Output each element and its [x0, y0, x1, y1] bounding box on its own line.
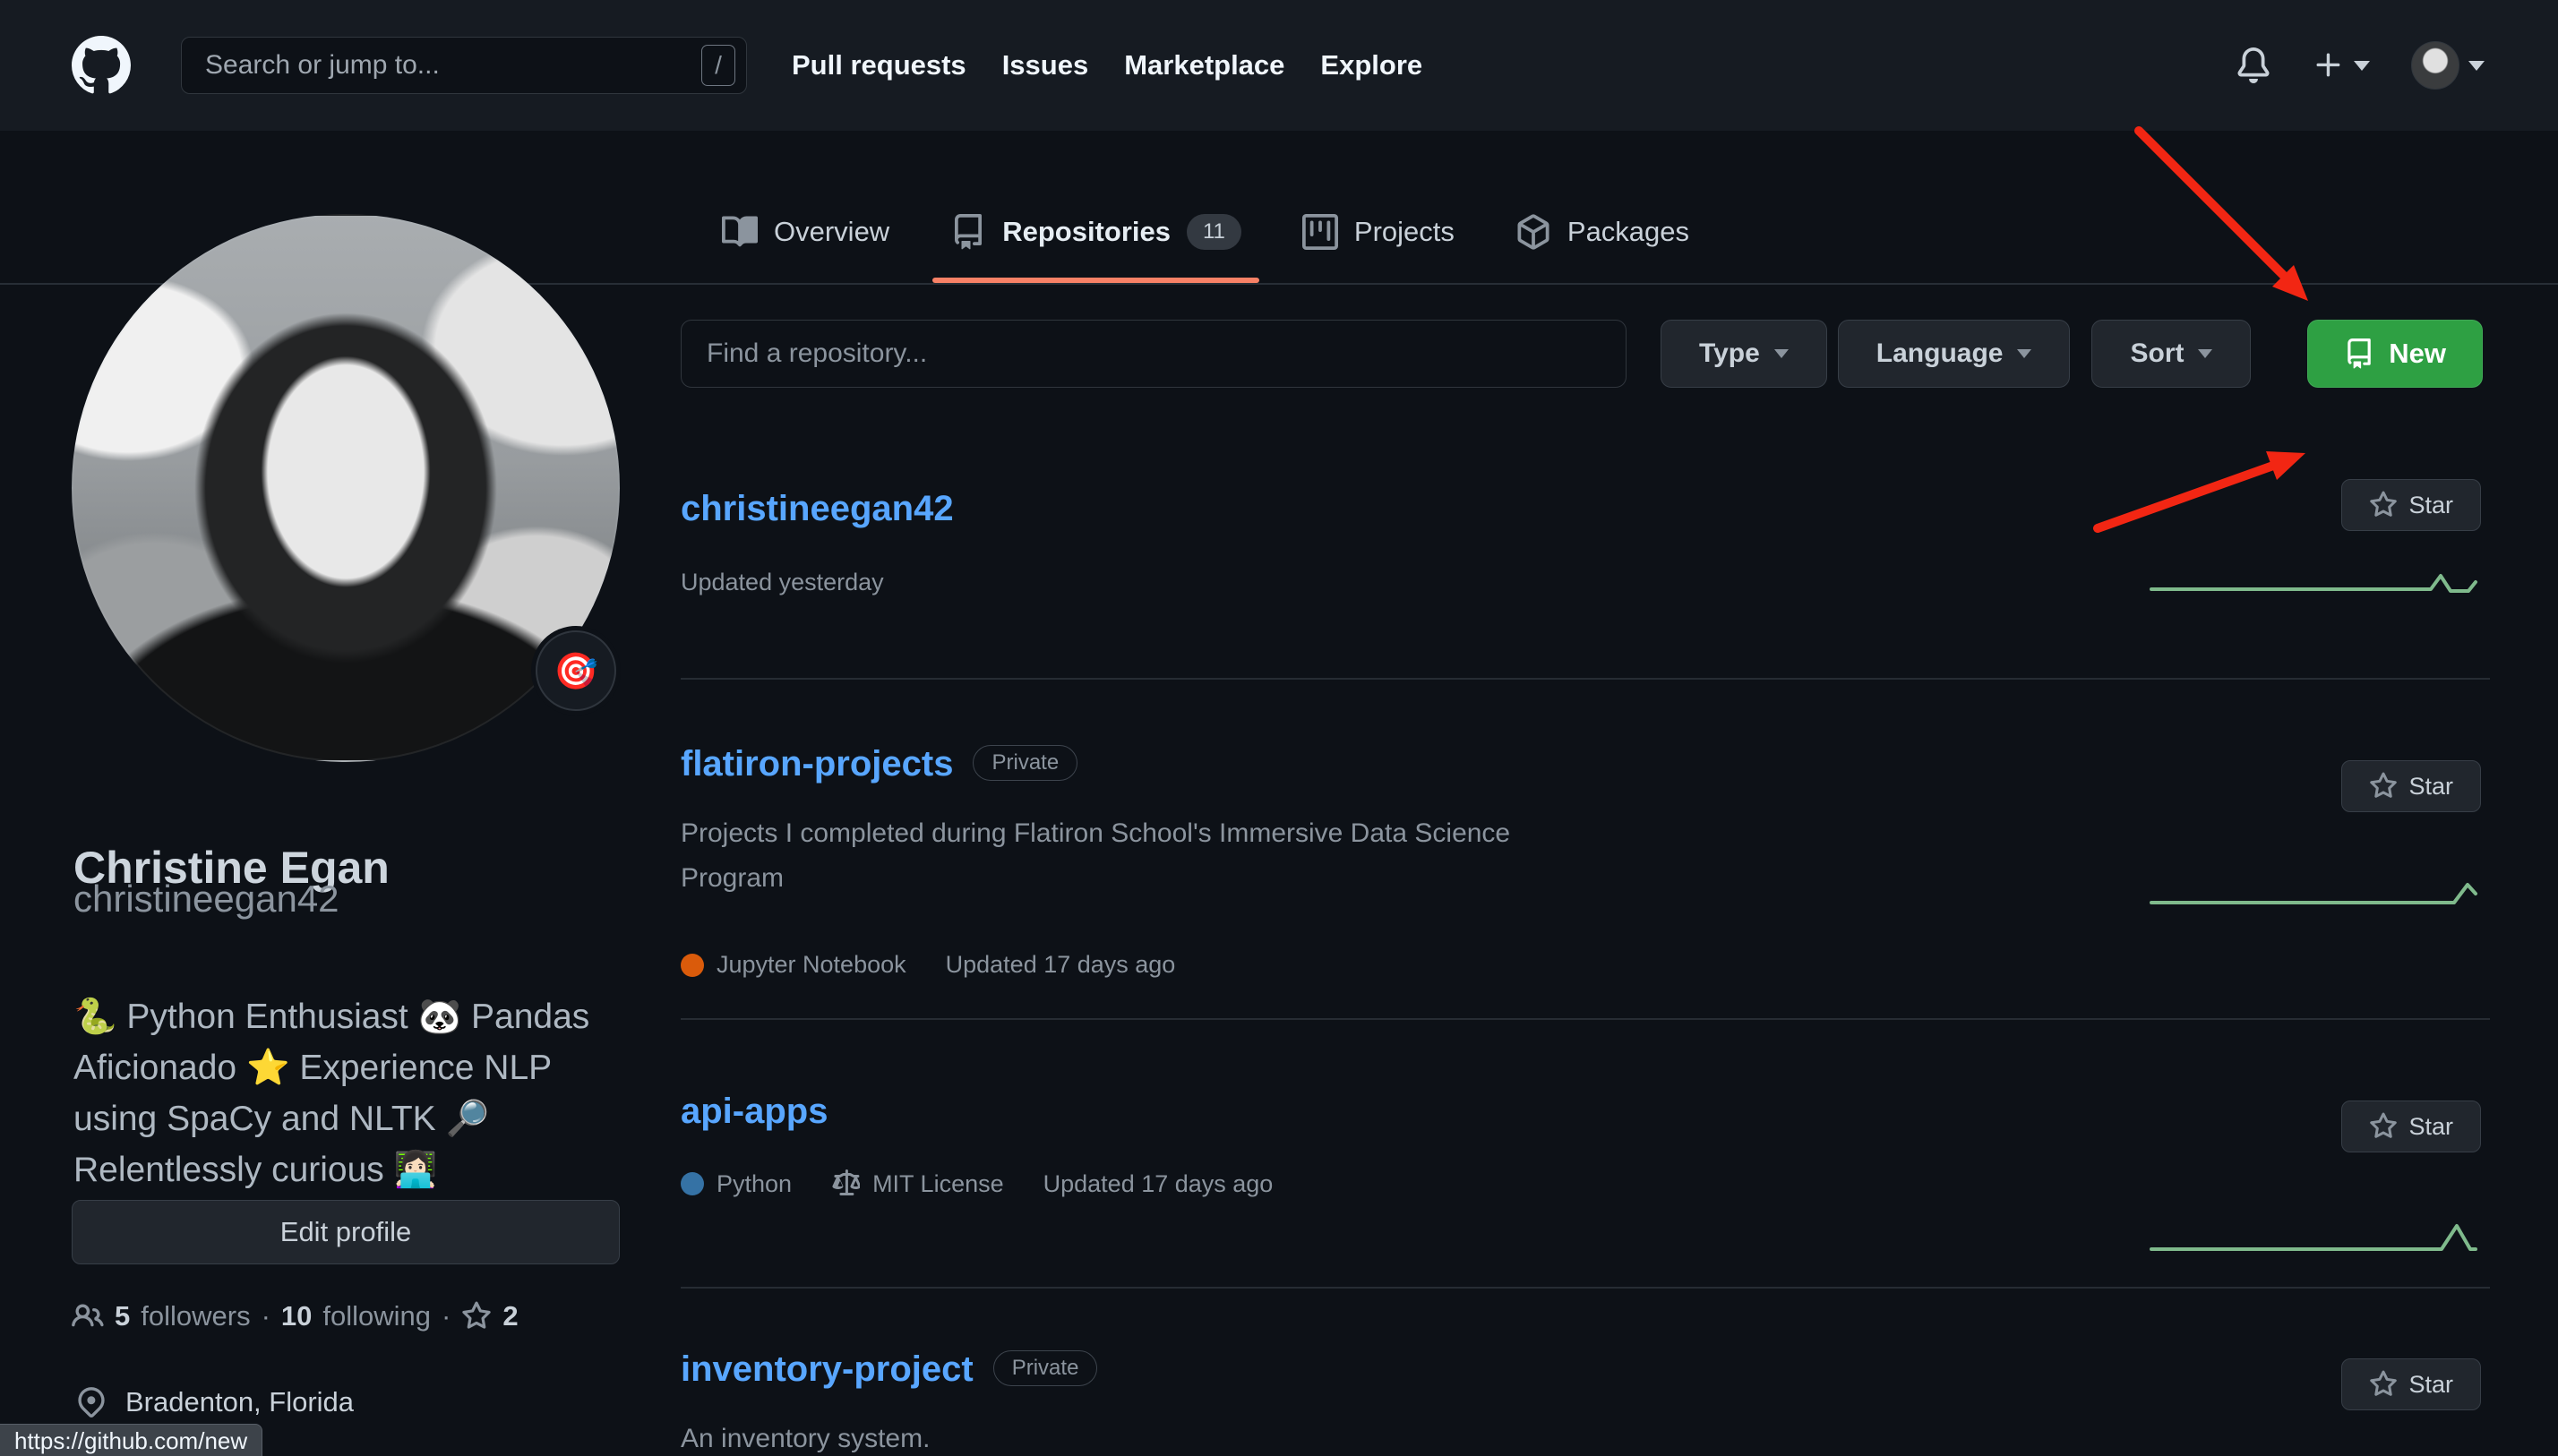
- repo-icon: [2344, 338, 2374, 369]
- star-icon: [2369, 1370, 2398, 1399]
- repo-list-item: inventory-project Private An inventory s…: [681, 1289, 2490, 1456]
- global-search-input[interactable]: [203, 49, 701, 81]
- location-pin-icon: [75, 1386, 107, 1418]
- chevron-down-icon: [1774, 349, 1789, 358]
- repo-language: Python: [681, 1170, 792, 1198]
- repo-updated: Updated yesterday: [681, 569, 884, 596]
- repo-description: An inventory system.: [681, 1417, 1558, 1456]
- star-icon: [2369, 772, 2398, 801]
- activity-sparkline: [2148, 1220, 2479, 1260]
- star-button[interactable]: Star: [2341, 479, 2481, 531]
- profile-username: christineegan42: [73, 878, 339, 921]
- star-icon: [2369, 1112, 2398, 1141]
- star-button[interactable]: Star: [2341, 1101, 2481, 1152]
- repo-list-item: christineegan42 Updated yesterday Star: [681, 453, 2490, 680]
- private-badge: Private: [993, 1350, 1098, 1386]
- language-dot: [681, 954, 704, 977]
- repo-updated: Updated 17 days ago: [1043, 1170, 1274, 1198]
- new-repository-button[interactable]: New: [2307, 320, 2483, 388]
- repo-license: MIT License: [831, 1169, 1004, 1198]
- law-scales-icon: [831, 1169, 860, 1198]
- find-repository-input[interactable]: [681, 320, 1627, 388]
- private-badge: Private: [973, 745, 1077, 781]
- repo-description: Projects I completed during Flatiron Sch…: [681, 811, 1558, 901]
- global-search: /: [181, 37, 747, 94]
- profile-bio: 🐍 Python Enthusiast 🐼 Pandas Aficionado …: [73, 991, 611, 1195]
- repo-updated: Updated 17 days ago: [946, 951, 1176, 979]
- repo-link-inventory-project[interactable]: inventory-project: [681, 1349, 974, 1390]
- status-bar-link-url: https://github.com/new: [0, 1424, 262, 1456]
- activity-sparkline: [2148, 876, 2479, 915]
- repo-link-flatiron-projects[interactable]: flatiron-projects: [681, 744, 953, 784]
- repo-list-item: flatiron-projects Private Projects I com…: [681, 680, 2490, 1020]
- edit-profile-button[interactable]: Edit profile: [72, 1200, 620, 1264]
- language-filter-button[interactable]: Language: [1838, 320, 2071, 388]
- repositories-panel: Type Language Sort New christineegan42: [681, 0, 2490, 1456]
- star-button[interactable]: Star: [2341, 760, 2481, 812]
- activity-sparkline: [2148, 562, 2479, 602]
- followers-label[interactable]: followers: [141, 1300, 250, 1332]
- activity-sparkline: [2148, 1439, 2479, 1456]
- status-emoji: 🎯: [554, 650, 598, 692]
- followers-row: 5 followers · 10 following · 2: [72, 1300, 519, 1332]
- people-icon: [72, 1300, 104, 1332]
- repo-list-item: api-apps Python MIT License Updated 17 d…: [681, 1020, 2490, 1289]
- stars-count[interactable]: 2: [502, 1300, 518, 1332]
- following-label[interactable]: following: [322, 1300, 431, 1332]
- followers-count[interactable]: 5: [115, 1300, 130, 1332]
- github-logo-icon[interactable]: [72, 36, 131, 95]
- star-icon: [461, 1301, 492, 1332]
- star-button[interactable]: Star: [2341, 1358, 2481, 1410]
- following-count[interactable]: 10: [281, 1300, 312, 1332]
- repository-filter-bar: Type Language Sort New: [681, 320, 2490, 388]
- dot-separator: ·: [442, 1300, 451, 1332]
- star-icon: [2369, 491, 2398, 519]
- location-row: Bradenton, Florida: [75, 1386, 354, 1418]
- language-dot: [681, 1172, 704, 1195]
- location-text: Bradenton, Florida: [125, 1386, 354, 1418]
- chevron-down-icon: [2198, 349, 2212, 358]
- chevron-down-icon: [2017, 349, 2031, 358]
- repo-language: Jupyter Notebook: [681, 951, 906, 979]
- type-filter-button[interactable]: Type: [1661, 320, 1827, 388]
- repo-link-api-apps[interactable]: api-apps: [681, 1092, 828, 1132]
- repo-link-christineegan42[interactable]: christineegan42: [681, 489, 954, 529]
- user-status-badge[interactable]: 🎯: [536, 630, 616, 711]
- dot-separator: ·: [262, 1300, 270, 1332]
- sort-filter-button[interactable]: Sort: [2091, 320, 2251, 388]
- github-profile-page: / Pull requests Issues Marketplace Explo…: [0, 0, 2558, 1456]
